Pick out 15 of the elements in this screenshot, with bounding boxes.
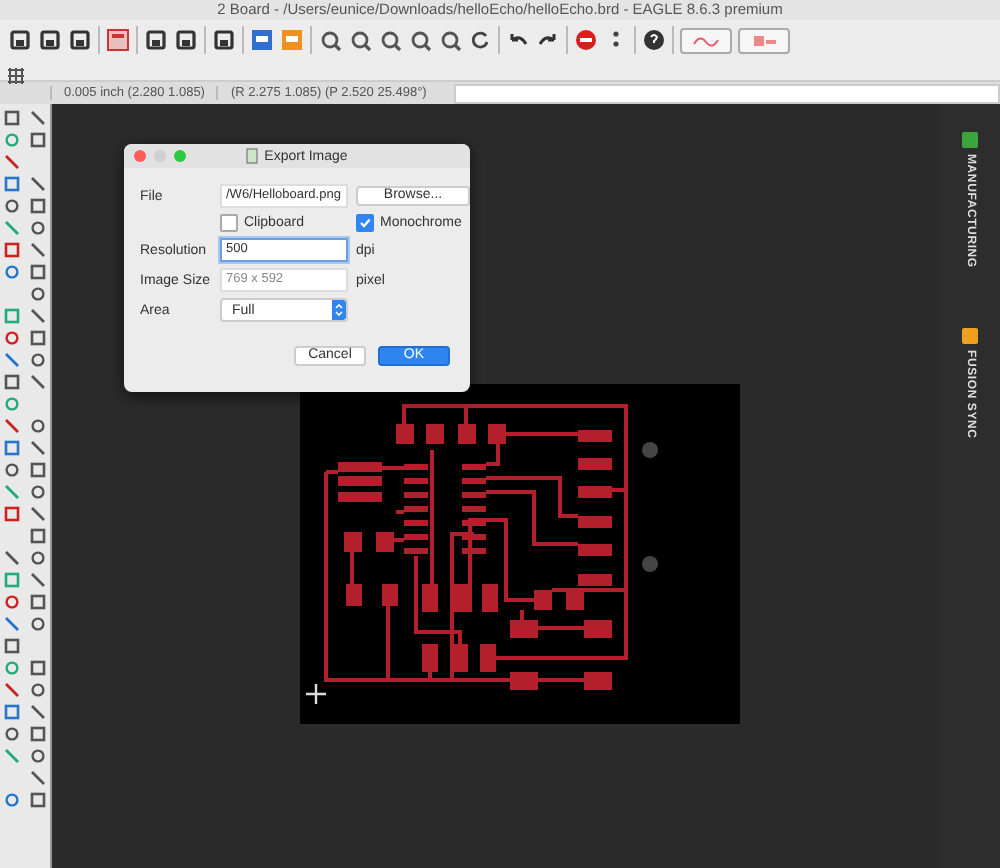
panel-badge[interactable] (962, 327, 978, 344)
document-icon (246, 148, 259, 164)
logo-icon (750, 33, 778, 47)
fusion-button[interactable] (680, 27, 732, 53)
save-icon[interactable] (38, 28, 62, 52)
zoom-icon[interactable] (438, 28, 462, 52)
chevron-icon (332, 300, 346, 320)
checkbox[interactable] (220, 214, 238, 232)
command-field[interactable] (454, 83, 1000, 103)
checkbox[interactable] (356, 214, 374, 232)
redraw-icon[interactable] (468, 28, 492, 52)
help-icon[interactable] (642, 28, 666, 52)
stop-icon[interactable] (574, 28, 598, 52)
grid-icon[interactable] (8, 68, 28, 86)
logo-icon (692, 33, 720, 47)
